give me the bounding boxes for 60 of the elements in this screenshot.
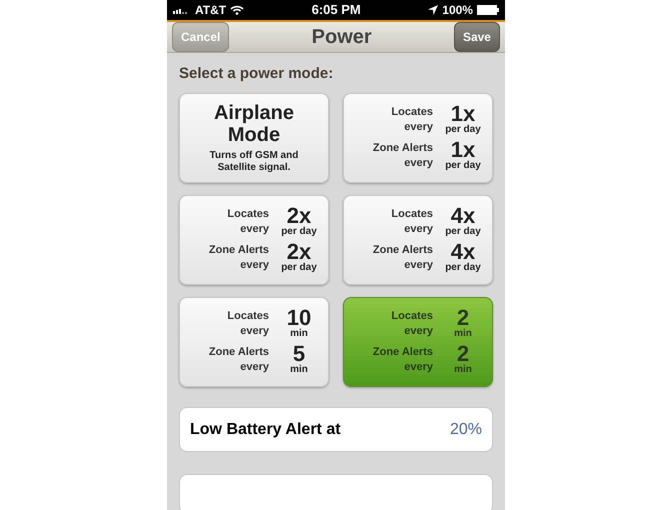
mode-label: every [404, 324, 433, 339]
battery-icon [476, 4, 499, 15]
mode-value: 1x [450, 104, 476, 124]
mode-value: 4x [450, 242, 476, 262]
save-button[interactable]: Save [454, 22, 500, 52]
mode-unit: min [290, 364, 308, 376]
mode-label: Locates [391, 207, 433, 222]
mode-label: every [240, 360, 269, 375]
mode-value: 10 [286, 308, 312, 328]
mode-unit: per day [445, 124, 481, 136]
mode-value: 2x [286, 242, 312, 262]
power-mode-card[interactable]: Locates every 1x per day Zone Alerts every 1x per day [343, 93, 493, 183]
mode-value: 5 [292, 344, 306, 364]
mode-label: every [404, 222, 433, 237]
mode-label: Zone Alerts [372, 243, 433, 258]
mode-value: 4x [450, 206, 476, 226]
mode-unit: per day [281, 226, 317, 238]
mode-value: 2 [456, 308, 470, 328]
mode-unit: per day [281, 262, 317, 274]
battery-percent: 100% [442, 2, 473, 19]
mode-label: every [240, 258, 269, 273]
power-mode-card[interactable]: Locates every 2 min Zone Alerts every 2 min [343, 297, 493, 387]
mode-label: Locates [227, 309, 269, 324]
mode-label: every [404, 120, 433, 135]
mode-value: 2x [286, 206, 312, 226]
mode-label: Zone Alerts [372, 141, 433, 156]
power-mode-card[interactable]: Locates every 4x per day Zone Alerts every 4x per day [343, 195, 493, 285]
mode-unit: min [290, 328, 308, 340]
wifi-icon [230, 4, 244, 15]
carrier-name: AT&T [195, 2, 226, 19]
mode-label: Zone Alerts [208, 243, 269, 258]
low-battery-value: 20% [450, 420, 482, 440]
section-title: Select a power mode: [179, 64, 334, 84]
mode-value: 2 [456, 344, 470, 364]
mode-label: every [404, 258, 433, 273]
mode-label: Locates [227, 207, 269, 222]
low-battery-label: Low Battery Alert at [190, 420, 341, 440]
low-battery-row[interactable]: Low Battery Alert at 20% [179, 407, 493, 452]
status-time: 6:05 PM [312, 1, 361, 19]
mode-value: 1x [450, 140, 476, 160]
mode-title: Airplane Mode [212, 102, 296, 146]
mode-label: Zone Alerts [372, 345, 433, 360]
mode-unit: per day [445, 160, 481, 172]
mode-label: Locates [391, 105, 433, 120]
mode-label: every [240, 222, 269, 237]
mode-label: every [404, 360, 433, 375]
power-mode-card[interactable]: Airplane Mode Turns off GSM and Satellite signal. [179, 93, 329, 183]
power-mode-card[interactable]: Locates every 2x per day Zone Alerts every 2x per day [179, 195, 329, 285]
screen-title: Power [312, 24, 372, 50]
mode-unit: per day [445, 262, 481, 274]
mode-label: Locates [391, 309, 433, 324]
mode-label: every [240, 324, 269, 339]
mode-unit: min [454, 364, 472, 376]
mode-unit: per day [445, 226, 481, 238]
mode-label: Zone Alerts [208, 345, 269, 360]
power-mode-card[interactable]: Locates every 10 min Zone Alerts every 5 min [179, 297, 329, 387]
mode-label: every [404, 156, 433, 171]
mode-unit: min [454, 328, 472, 340]
mode-description: Turns off GSM and Satellite signal. [208, 150, 300, 174]
location-icon [428, 4, 438, 15]
